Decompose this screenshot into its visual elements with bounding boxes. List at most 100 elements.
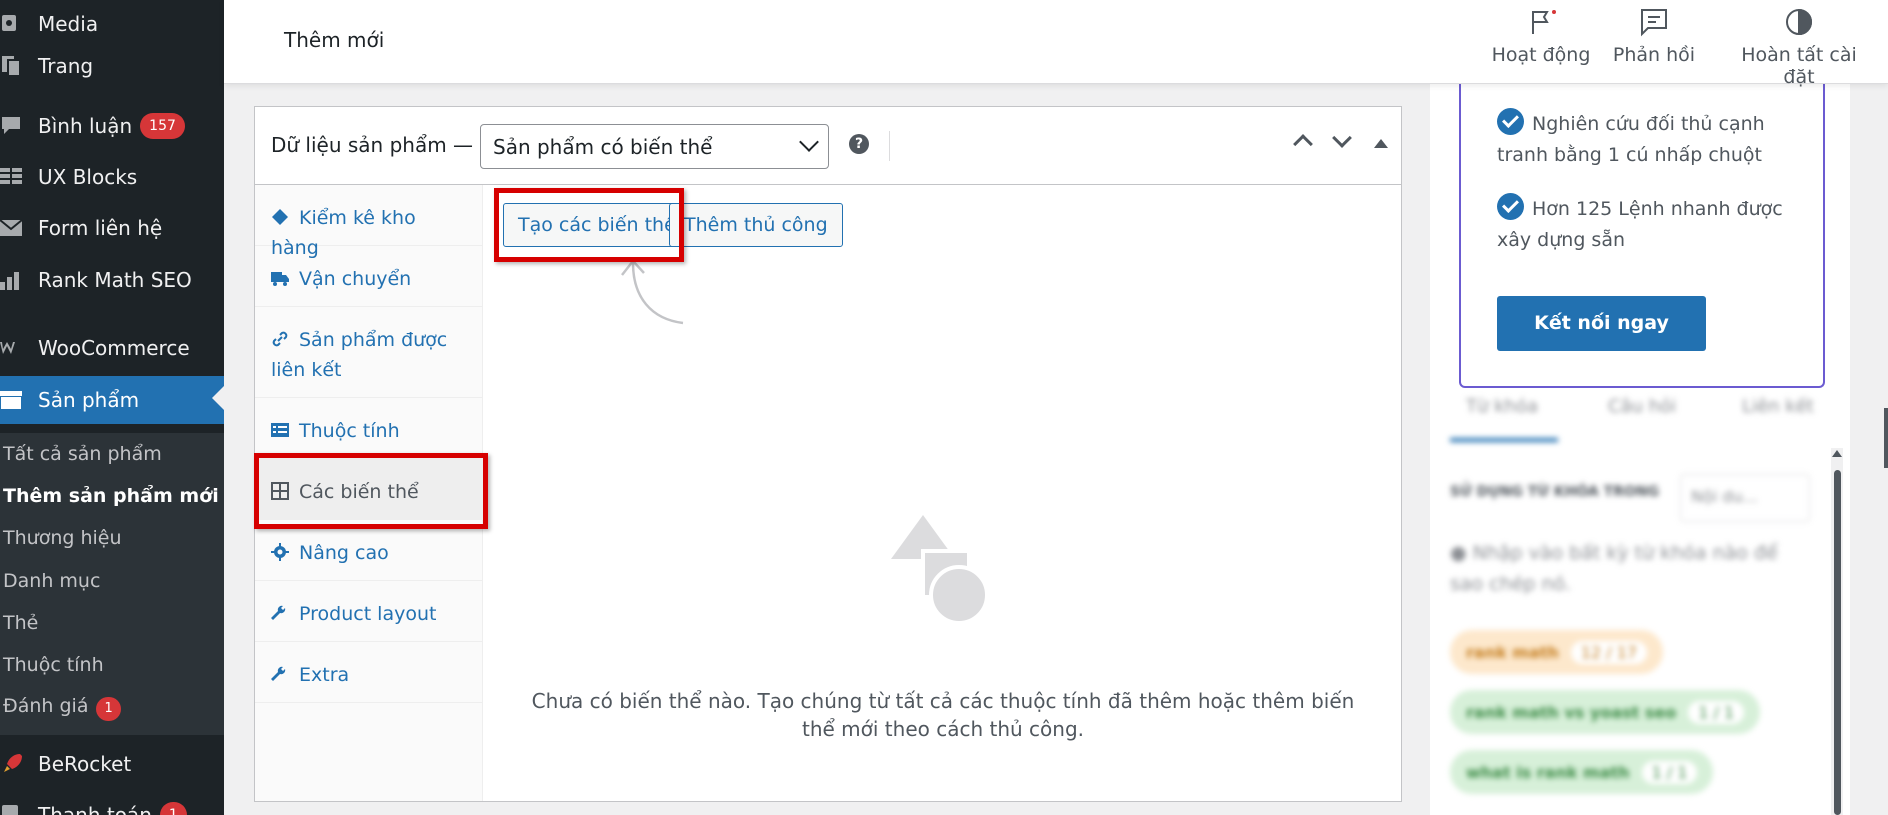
archive-icon — [0, 388, 38, 412]
menu-label: WooCommerce — [38, 336, 190, 360]
product-type-select[interactable]: Sản phẩm có biến thể — [480, 124, 829, 169]
tab-links[interactable]: Liên kết — [1742, 396, 1814, 417]
tab-extra[interactable]: Extra — [255, 642, 483, 703]
move-down-icon[interactable] — [1332, 128, 1352, 148]
chip-label: rank math — [1466, 643, 1559, 662]
curved-arrow-icon — [621, 259, 684, 325]
menu-item-products[interactable]: Sản phẩm — [0, 376, 224, 424]
menu-item-ux-blocks[interactable]: UX Blocks — [0, 155, 224, 199]
toggle-panel-icon[interactable] — [1374, 139, 1388, 148]
menu-label: Form liên hệ — [38, 216, 163, 240]
divider — [889, 131, 890, 161]
contrast-icon — [1786, 8, 1812, 36]
tab-label: Nâng cao — [299, 542, 389, 564]
tab-label: Thuộc tính — [299, 420, 400, 442]
submenu-all-products[interactable]: Tất cả sản phẩm — [3, 443, 162, 465]
submenu-brands[interactable]: Thương hiệu — [3, 527, 122, 549]
wrench-icon — [271, 666, 286, 681]
keyword-chip[interactable]: rank math 12 / 17 — [1450, 630, 1664, 674]
active-indicator — [212, 386, 224, 410]
menu-item-payments[interactable]: Thanh toán 1 — [0, 793, 224, 815]
chip-count: 12 / 17 — [1570, 641, 1648, 664]
submenu-reviews[interactable]: Đánh giá 1 — [3, 695, 121, 721]
truck-icon — [271, 272, 289, 286]
variations-panel: Tạo các biến thể Thêm thủ công Chưa có b… — [483, 185, 1401, 801]
menu-item-contact-form[interactable]: Form liên hệ — [0, 206, 224, 250]
chip-label: what is rank math — [1466, 763, 1630, 782]
woocommerce-header: Thêm mới Hoạt động Phản hồi Hoàn tất cài… — [224, 0, 1888, 88]
highlight-box-generate-variations — [494, 188, 684, 262]
scrollbar-thumb[interactable] — [1834, 470, 1841, 815]
chip-label: rank math vs yoast seo — [1466, 703, 1677, 722]
wrench-icon — [271, 605, 286, 620]
activity-button[interactable]: Hoạt động — [1486, 6, 1596, 66]
feedback-label: Phản hồi — [1612, 44, 1696, 66]
submenu-add-new-product[interactable]: Thêm sản phẩm mới — [3, 485, 219, 507]
product-type-value: Sản phẩm có biến thể — [493, 135, 713, 159]
link-icon — [272, 331, 288, 347]
menu-item-berocket[interactable]: BeRocket — [0, 742, 224, 786]
info-icon: ● — [1450, 542, 1473, 564]
feedback-icon — [1641, 9, 1667, 37]
connect-now-button[interactable]: Kết nối ngay — [1497, 296, 1706, 351]
media-icon — [0, 12, 38, 36]
menu-label: UX Blocks — [38, 165, 138, 189]
menu-item-comments[interactable]: Bình luận 157 — [0, 104, 224, 148]
no-variations-message: Chưa có biến thể nào. Tạo chúng từ tất c… — [531, 689, 1355, 741]
tab-product-layout[interactable]: Product layout — [255, 581, 483, 642]
admin-sidebar: Media Trang Bình luận 157 UX Blocks Form… — [0, 0, 224, 815]
inventory-icon — [272, 209, 288, 225]
tab-label: Sản phẩm được liên kết — [271, 329, 448, 381]
chevron-down-icon — [799, 132, 819, 152]
menu-item-media[interactable]: Media — [0, 2, 224, 46]
keyword-chip[interactable]: rank math vs yoast seo 1 / 1 — [1450, 690, 1761, 734]
shapes-empty-state-icon — [891, 515, 989, 625]
submenu-attributes[interactable]: Thuộc tính — [3, 654, 104, 676]
check-icon — [1497, 108, 1524, 135]
menu-item-woocommerce[interactable]: WooCommerce — [0, 326, 224, 370]
metabox-header: Dữ liệu sản phẩm — Sản phẩm có biến thể … — [255, 107, 1401, 185]
menu-item-rank-math[interactable]: Rank Math SEO — [0, 258, 224, 302]
mail-icon — [0, 216, 38, 240]
gear-icon — [271, 543, 289, 561]
tab-questions[interactable]: Câu hỏi — [1608, 396, 1676, 417]
rank-math-tabs: Từ khóa Câu hỏi Liên kết — [1450, 390, 1850, 442]
move-up-icon[interactable] — [1293, 134, 1313, 154]
menu-label: Rank Math SEO — [38, 268, 192, 292]
add-manually-button[interactable]: Thêm thủ công — [669, 203, 843, 247]
payments-count-badge: 1 — [159, 802, 187, 815]
help-icon[interactable]: ? — [849, 134, 869, 154]
check-icon — [1497, 193, 1524, 220]
feedback-button[interactable]: Phản hồi — [1604, 6, 1704, 66]
chart-icon — [0, 268, 38, 292]
tab-linked-products[interactable]: Sản phẩm được liên kết — [255, 307, 483, 398]
chip-count: 1 / 1 — [1688, 701, 1745, 724]
feature-text: Hơn 125 Lệnh nhanh được xây dựng sẵn — [1497, 198, 1783, 251]
tab-label: Vận chuyển — [299, 268, 412, 290]
menu-label: Trang — [38, 54, 94, 78]
active-tab-underline — [1450, 438, 1558, 442]
tab-keywords[interactable]: Từ khóa — [1466, 396, 1538, 417]
submenu-tags[interactable]: Thẻ — [3, 612, 38, 634]
page-scrollbar-thumb[interactable] — [1884, 408, 1888, 468]
menu-label: Sản phẩm — [38, 388, 140, 412]
scroll-up-arrow-icon[interactable] — [1832, 450, 1842, 457]
keyword-chip[interactable]: what is rank math 1 / 1 — [1450, 750, 1714, 794]
rank-math-content-ai-card: Nghiên cứu đối thủ cạnh tranh bằng 1 cú … — [1459, 70, 1825, 388]
submenu-categories[interactable]: Danh mục — [3, 570, 100, 592]
tab-attributes[interactable]: Thuộc tính — [255, 398, 483, 459]
tab-advanced[interactable]: Nâng cao — [255, 520, 483, 581]
menu-item-pages[interactable]: Trang — [0, 44, 224, 88]
tab-inventory[interactable]: Kiểm kê kho hàng — [255, 185, 483, 259]
metabox-title: Dữ liệu sản phẩm — — [271, 133, 474, 157]
keyword-location-select[interactable]: Nội du... — [1680, 474, 1810, 522]
notification-dot — [1552, 10, 1556, 14]
feature-item: Nghiên cứu đối thủ cạnh tranh bằng 1 cú … — [1497, 108, 1807, 171]
feature-item: Hơn 125 Lệnh nhanh được xây dựng sẵn — [1497, 193, 1807, 256]
finish-setup-button[interactable]: Hoàn tất cài đặt — [1724, 6, 1874, 88]
feature-text: Nghiên cứu đối thủ cạnh tranh bằng 1 cú … — [1497, 113, 1765, 166]
tab-shipping[interactable]: Vận chuyển — [255, 246, 483, 307]
pages-icon — [0, 54, 38, 78]
highlight-box-variations-tab — [254, 453, 488, 529]
activity-label: Hoạt động — [1491, 44, 1591, 66]
